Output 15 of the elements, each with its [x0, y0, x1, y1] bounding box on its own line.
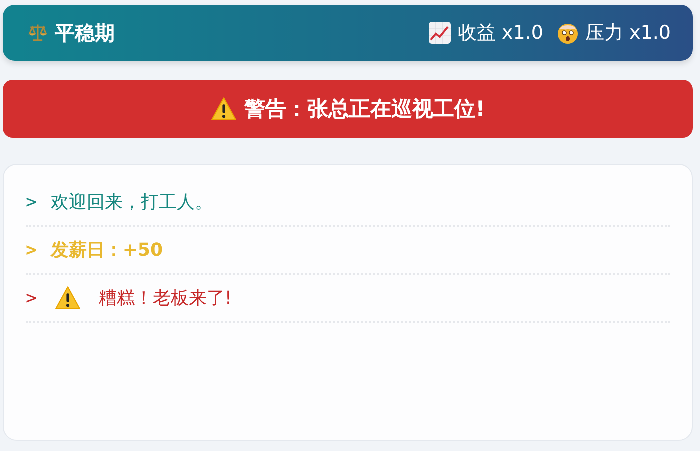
- scale-icon: [27, 22, 49, 44]
- stat-label: 收益 x1.0: [458, 21, 544, 46]
- chart-icon: [428, 21, 452, 45]
- prompt-symbol: >: [26, 192, 37, 212]
- prompt-symbol: >: [26, 288, 37, 308]
- warning-icon: [54, 286, 81, 310]
- log-message: 欢迎回来，打工人。: [50, 191, 213, 214]
- log-message: 发薪日：+50: [50, 239, 163, 262]
- warning-icon: [210, 97, 237, 121]
- alert-text: 警告：张总正在巡视工位!: [244, 96, 486, 123]
- phase-label: 平稳期: [55, 20, 115, 46]
- prompt-symbol: >: [26, 240, 37, 260]
- log-message: 糟糕！老板来了!: [98, 287, 232, 310]
- stat-label: 压力 x1.0: [586, 21, 671, 46]
- shocked-face-icon: [556, 21, 580, 45]
